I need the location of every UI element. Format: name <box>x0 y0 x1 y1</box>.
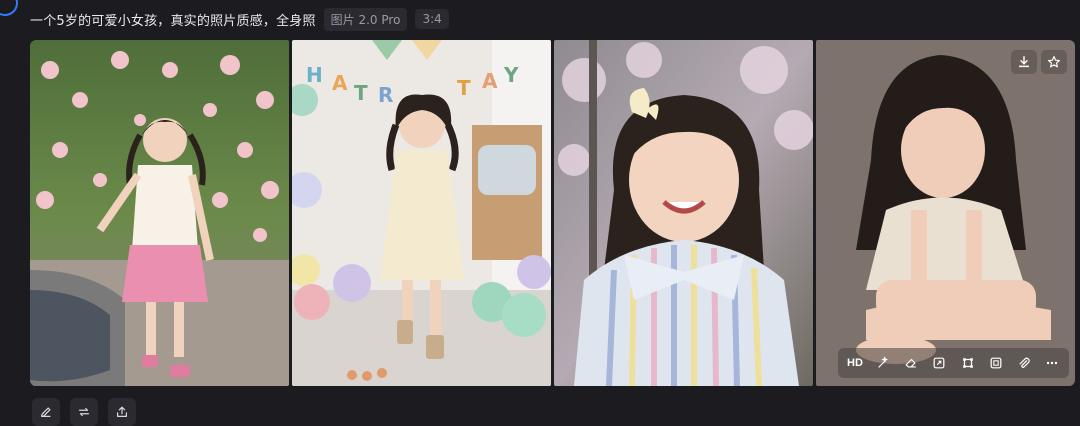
crop-button[interactable] <box>957 352 979 374</box>
hd-button[interactable]: HD <box>844 352 866 374</box>
image-hover-toolbar: HD <box>838 348 1069 378</box>
svg-text:Y: Y <box>503 63 519 87</box>
download-icon <box>1018 56 1030 68</box>
share-button[interactable] <box>108 398 136 426</box>
image-1-picture <box>30 40 289 386</box>
image-2[interactable]: HA TR TA Y <box>292 40 551 386</box>
prompt-row: 一个5岁的可爱小女孩，真实的照片质感，全身照 图片 2.0 Pro 3:4 <box>30 7 449 31</box>
paperclip-icon <box>1019 357 1030 368</box>
regenerate-button[interactable] <box>70 398 98 426</box>
favorite-button[interactable] <box>1041 50 1067 74</box>
image-4-top-actions <box>1011 50 1067 74</box>
svg-text:A: A <box>482 69 498 93</box>
regenerate-icon <box>79 407 89 417</box>
fit-icon <box>990 357 1002 369</box>
image-gallery: HA TR TA Y HD <box>30 40 1075 386</box>
bottom-actions <box>32 398 136 426</box>
image-4[interactable]: HD <box>816 40 1075 386</box>
svg-text:A: A <box>332 71 348 95</box>
more-icon <box>1046 361 1058 365</box>
edit-button[interactable] <box>32 398 60 426</box>
attach-button[interactable] <box>1013 352 1035 374</box>
model-chip[interactable]: 图片 2.0 Pro <box>323 7 408 31</box>
magic-wand-button[interactable] <box>872 352 894 374</box>
svg-text:R: R <box>378 83 393 107</box>
image-3[interactable] <box>554 40 813 386</box>
fit-button[interactable] <box>985 352 1007 374</box>
image-4-picture <box>816 40 1075 386</box>
magic-wand-icon <box>878 356 889 368</box>
image-1[interactable] <box>30 40 289 386</box>
image-3-picture <box>554 40 813 386</box>
expand-icon <box>933 357 945 369</box>
expand-button[interactable] <box>928 352 950 374</box>
ratio-chip[interactable]: 3:4 <box>415 9 449 29</box>
star-icon <box>1048 56 1060 68</box>
edit-icon <box>41 407 51 417</box>
avatar <box>0 0 18 16</box>
svg-text:T: T <box>457 76 471 100</box>
prompt-text[interactable]: 一个5岁的可爱小女孩，真实的照片质感，全身照 <box>30 10 316 29</box>
share-icon <box>117 406 127 417</box>
download-button[interactable] <box>1011 50 1037 74</box>
eraser-button[interactable] <box>900 352 922 374</box>
svg-text:H: H <box>306 63 323 87</box>
svg-text:T: T <box>354 81 368 105</box>
more-button[interactable] <box>1041 352 1063 374</box>
crop-icon <box>962 358 973 368</box>
eraser-icon <box>905 358 917 368</box>
image-2-picture: HA TR TA Y <box>292 40 551 386</box>
